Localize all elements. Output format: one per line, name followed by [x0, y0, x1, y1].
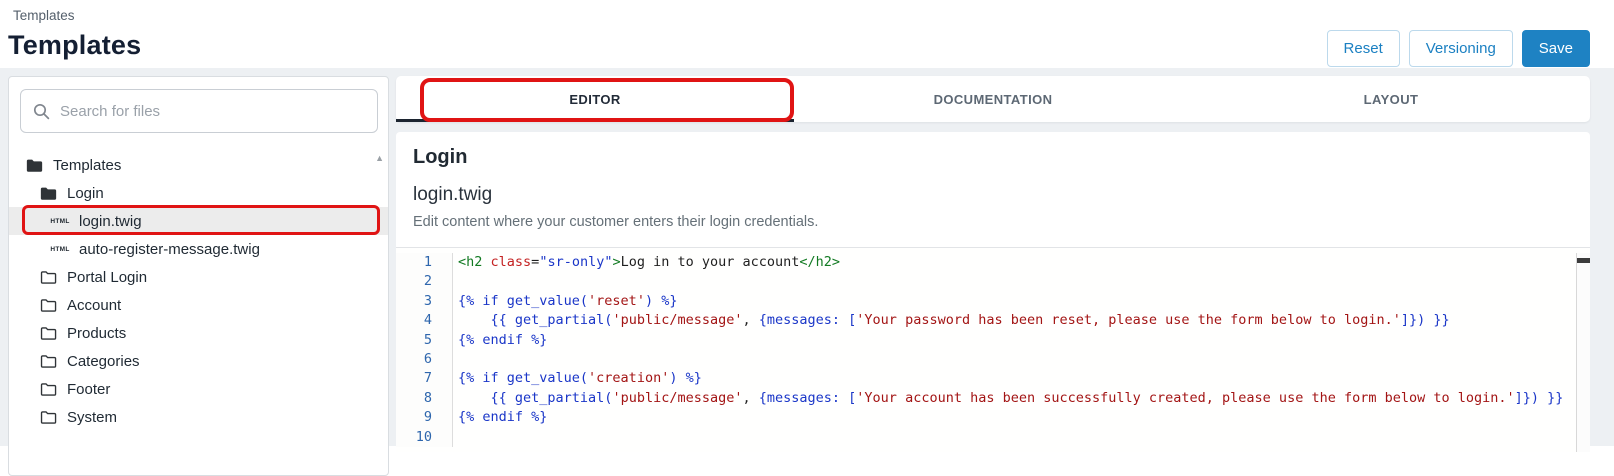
tree-item-label: Footer [67, 381, 110, 398]
code-line-text [453, 428, 458, 447]
folder-icon [39, 354, 57, 369]
code-line[interactable]: 9{% endif %} [396, 408, 1576, 427]
folder-open-icon [39, 186, 57, 201]
reset-button[interactable]: Reset [1327, 30, 1400, 67]
tab-documentation[interactable]: DOCUMENTATION [794, 76, 1192, 122]
line-number: 8 [396, 389, 453, 408]
tree-item-templates[interactable]: Templates [9, 151, 388, 179]
folder-icon [39, 298, 57, 313]
code-line[interactable]: 2 [396, 272, 1576, 291]
line-number: 4 [396, 311, 453, 330]
editor-scrollbar-thumb[interactable] [1577, 258, 1590, 263]
tree-item-account[interactable]: Account [9, 291, 388, 319]
code-line[interactable]: 7{% if get_value('creation') %} [396, 369, 1576, 388]
code-line[interactable]: 8 {{ get_partial('public/message', {mess… [396, 389, 1576, 408]
tree-item-label: login.twig [79, 213, 142, 230]
code-line[interactable]: 3{% if get_value('reset') %} [396, 292, 1576, 311]
template-editor-page: Templates Templates Reset Versioning Sav… [0, 0, 1614, 446]
line-number: 5 [396, 331, 453, 350]
code-line-text [453, 272, 458, 291]
folder-open-icon [25, 158, 43, 173]
tree-item-label: System [67, 409, 117, 426]
code-line-text: {{ get_partial('public/message', {messag… [453, 389, 1563, 408]
editor-panel: Login login.twig Edit content where your… [396, 132, 1590, 452]
tree-item-label: Account [67, 297, 121, 314]
folder-icon [39, 410, 57, 425]
folder-icon [39, 326, 57, 341]
code-line-text [453, 350, 458, 369]
tree-item-portal-login[interactable]: Portal Login [9, 263, 388, 291]
file-sidebar: ▲ TemplatesLoginHTMLlogin.twigHTMLauto-r… [8, 76, 389, 476]
editor-vertical-scrollbar[interactable] [1576, 253, 1590, 452]
code-line-text: {% if get_value('creation') %} [453, 369, 702, 388]
tree-item-footer[interactable]: Footer [9, 375, 388, 403]
tree-item-label: Products [67, 325, 126, 342]
html-file-icon: HTML [51, 246, 69, 253]
tree-item-login-twig[interactable]: HTML login.twig [9, 207, 388, 235]
tree-item-label: auto-register-message.twig [79, 241, 260, 258]
tab-layout[interactable]: LAYOUT [1192, 76, 1590, 122]
tree-item-label: Portal Login [67, 269, 147, 286]
tree-item-categories[interactable]: Categories [9, 347, 388, 375]
line-number: 7 [396, 369, 453, 388]
tree-item-login[interactable]: Login [9, 179, 388, 207]
tree-item-auto-register-message-twig[interactable]: HTML auto-register-message.twig [9, 235, 388, 263]
line-number: 3 [396, 292, 453, 311]
code-line-text: {{ get_partial('public/message', {messag… [453, 311, 1450, 330]
line-number: 9 [396, 408, 453, 427]
code-lines: 1<h2 class="sr-only">Log in to your acco… [396, 253, 1576, 447]
code-line-text: {% if get_value('reset') %} [453, 292, 677, 311]
line-number: 6 [396, 350, 453, 369]
tree-item-label: Templates [53, 157, 121, 174]
code-line-text: <h2 class="sr-only">Log in to your accou… [453, 253, 840, 272]
code-line[interactable]: 6 [396, 350, 1576, 369]
file-description: Edit content where your customer enters … [413, 214, 818, 230]
tab-bar: EDITORDOCUMENTATIONLAYOUT [396, 76, 1590, 122]
tree-item-products[interactable]: Products [9, 319, 388, 347]
code-line[interactable]: 4 {{ get_partial('public/message', {mess… [396, 311, 1576, 330]
save-button[interactable]: Save [1522, 30, 1590, 67]
folder-icon [39, 382, 57, 397]
code-line[interactable]: 1<h2 class="sr-only">Log in to your acco… [396, 253, 1576, 272]
code-line[interactable]: 5{% endif %} [396, 331, 1576, 350]
breadcrumb[interactable]: Templates [13, 8, 75, 23]
page-title: Templates [8, 30, 141, 61]
tree-item-system[interactable]: System [9, 403, 388, 431]
folder-icon [39, 270, 57, 285]
line-number: 2 [396, 272, 453, 291]
tree-item-label: Login [67, 185, 104, 202]
code-line-text: {% endif %} [453, 408, 547, 427]
file-search-box[interactable] [20, 89, 378, 133]
code-editor[interactable]: 1<h2 class="sr-only">Log in to your acco… [396, 247, 1590, 452]
panel-title: Login [413, 146, 467, 169]
code-line-text: {% endif %} [453, 331, 547, 350]
versioning-button[interactable]: Versioning [1409, 30, 1513, 67]
line-number: 10 [396, 428, 453, 447]
file-tree: ▲ TemplatesLoginHTMLlogin.twigHTMLauto-r… [9, 151, 388, 475]
line-number: 1 [396, 253, 453, 272]
search-input[interactable] [60, 103, 365, 120]
header-actions: Reset Versioning Save [1327, 30, 1590, 67]
tab-editor[interactable]: EDITOR [396, 76, 794, 122]
html-file-icon: HTML [51, 218, 69, 225]
tree-item-label: Categories [67, 353, 140, 370]
search-icon [33, 103, 50, 120]
file-name-heading: login.twig [413, 184, 492, 206]
code-line[interactable]: 10 [396, 428, 1576, 447]
